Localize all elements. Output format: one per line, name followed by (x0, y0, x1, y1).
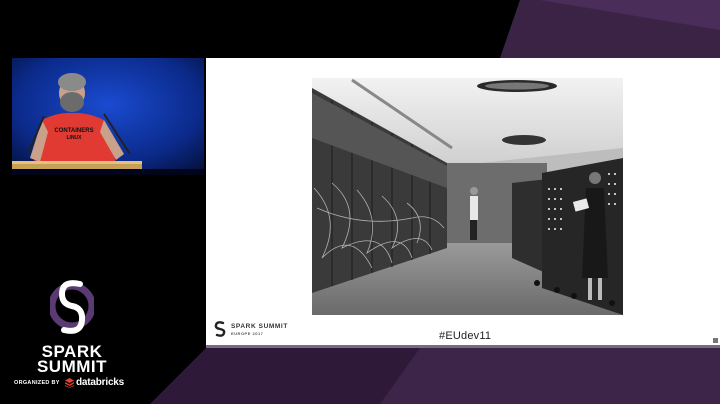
organized-by-label: ORGANIZED BY (14, 380, 60, 386)
slide-logo-sub: EUROPE 2017 (231, 331, 264, 336)
shirt-print: CONTAINERS LINUX (54, 128, 94, 142)
organized-by: ORGANIZED BY databricks (14, 377, 144, 390)
shirt-text-2: LINUX (66, 135, 82, 141)
slide-corner-marker (713, 338, 718, 343)
presentation-slide: SPARK SUMMIT EUROPE 2017 #EUdev11 (206, 58, 720, 345)
slide-hashtag: #EUdev11 (439, 330, 492, 342)
brand-name-summit: SUMMIT (36, 357, 108, 376)
slide-spark-summit-logo: SPARK SUMMIT EUROPE 2017 (212, 320, 292, 342)
databricks-stack-icon (65, 378, 74, 388)
shirt-text-1: CONTAINERS (54, 128, 94, 134)
organizer-name: databricks (76, 377, 125, 388)
spark-summit-swirl-icon (214, 321, 226, 337)
slide-photo-eniac (312, 78, 623, 315)
spark-summit-swirl-icon (50, 280, 94, 334)
speaker-video: CONTAINERS LINUX (12, 58, 204, 175)
slide-logo-name: SPARK SUMMIT (231, 323, 288, 330)
